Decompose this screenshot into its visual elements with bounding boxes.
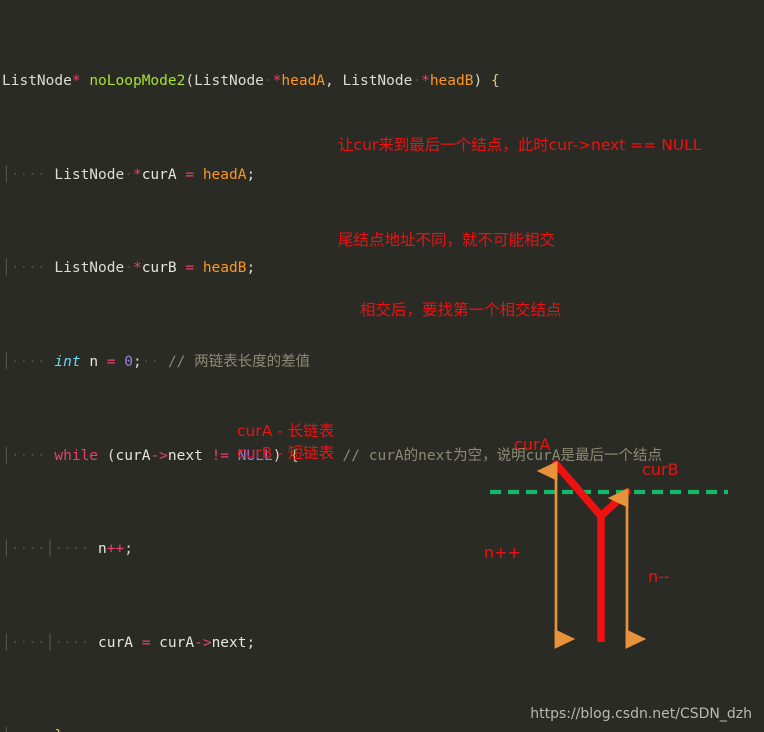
code-line: │···· ListNode·*curB = headB; — [2, 260, 256, 277]
code-line: │···· while (curA->next != NULL) {···· /… — [2, 447, 662, 464]
annotation-note-2: 尾结点地址不同，就不可能相交 — [338, 231, 556, 249]
code-editor-content[interactable]: ListNode* noLoopMode2(ListNode·*headA, L… — [0, 0, 764, 732]
code-line: │···· int n = 0;·· // 两链表长度的差值 — [2, 354, 311, 371]
code-line: │···· ListNode·*curA = headA; — [2, 166, 256, 183]
watermark-url: https://blog.csdn.net/CSDN_dzh — [530, 706, 752, 722]
code-screenshot-window: ListNode* noLoopMode2(ListNode·*headA, L… — [0, 0, 764, 732]
annotation-note-1: 让cur来到最后一个结点，此时cur->next == NULL — [338, 136, 702, 154]
annotation-note-5: curB - 短链表 — [237, 444, 335, 462]
annotation-note-3: 相交后，要找第一个相交结点 — [360, 301, 562, 319]
annotation-note-4: curA - 长链表 — [237, 422, 335, 440]
code-line: │····│···· curA = curA->next; — [2, 634, 256, 651]
code-line: │····│···· n++; — [2, 541, 133, 558]
code-line: │···· } — [0, 725, 764, 732]
code-line: ListNode* noLoopMode2(ListNode·*headA, L… — [2, 73, 500, 90]
